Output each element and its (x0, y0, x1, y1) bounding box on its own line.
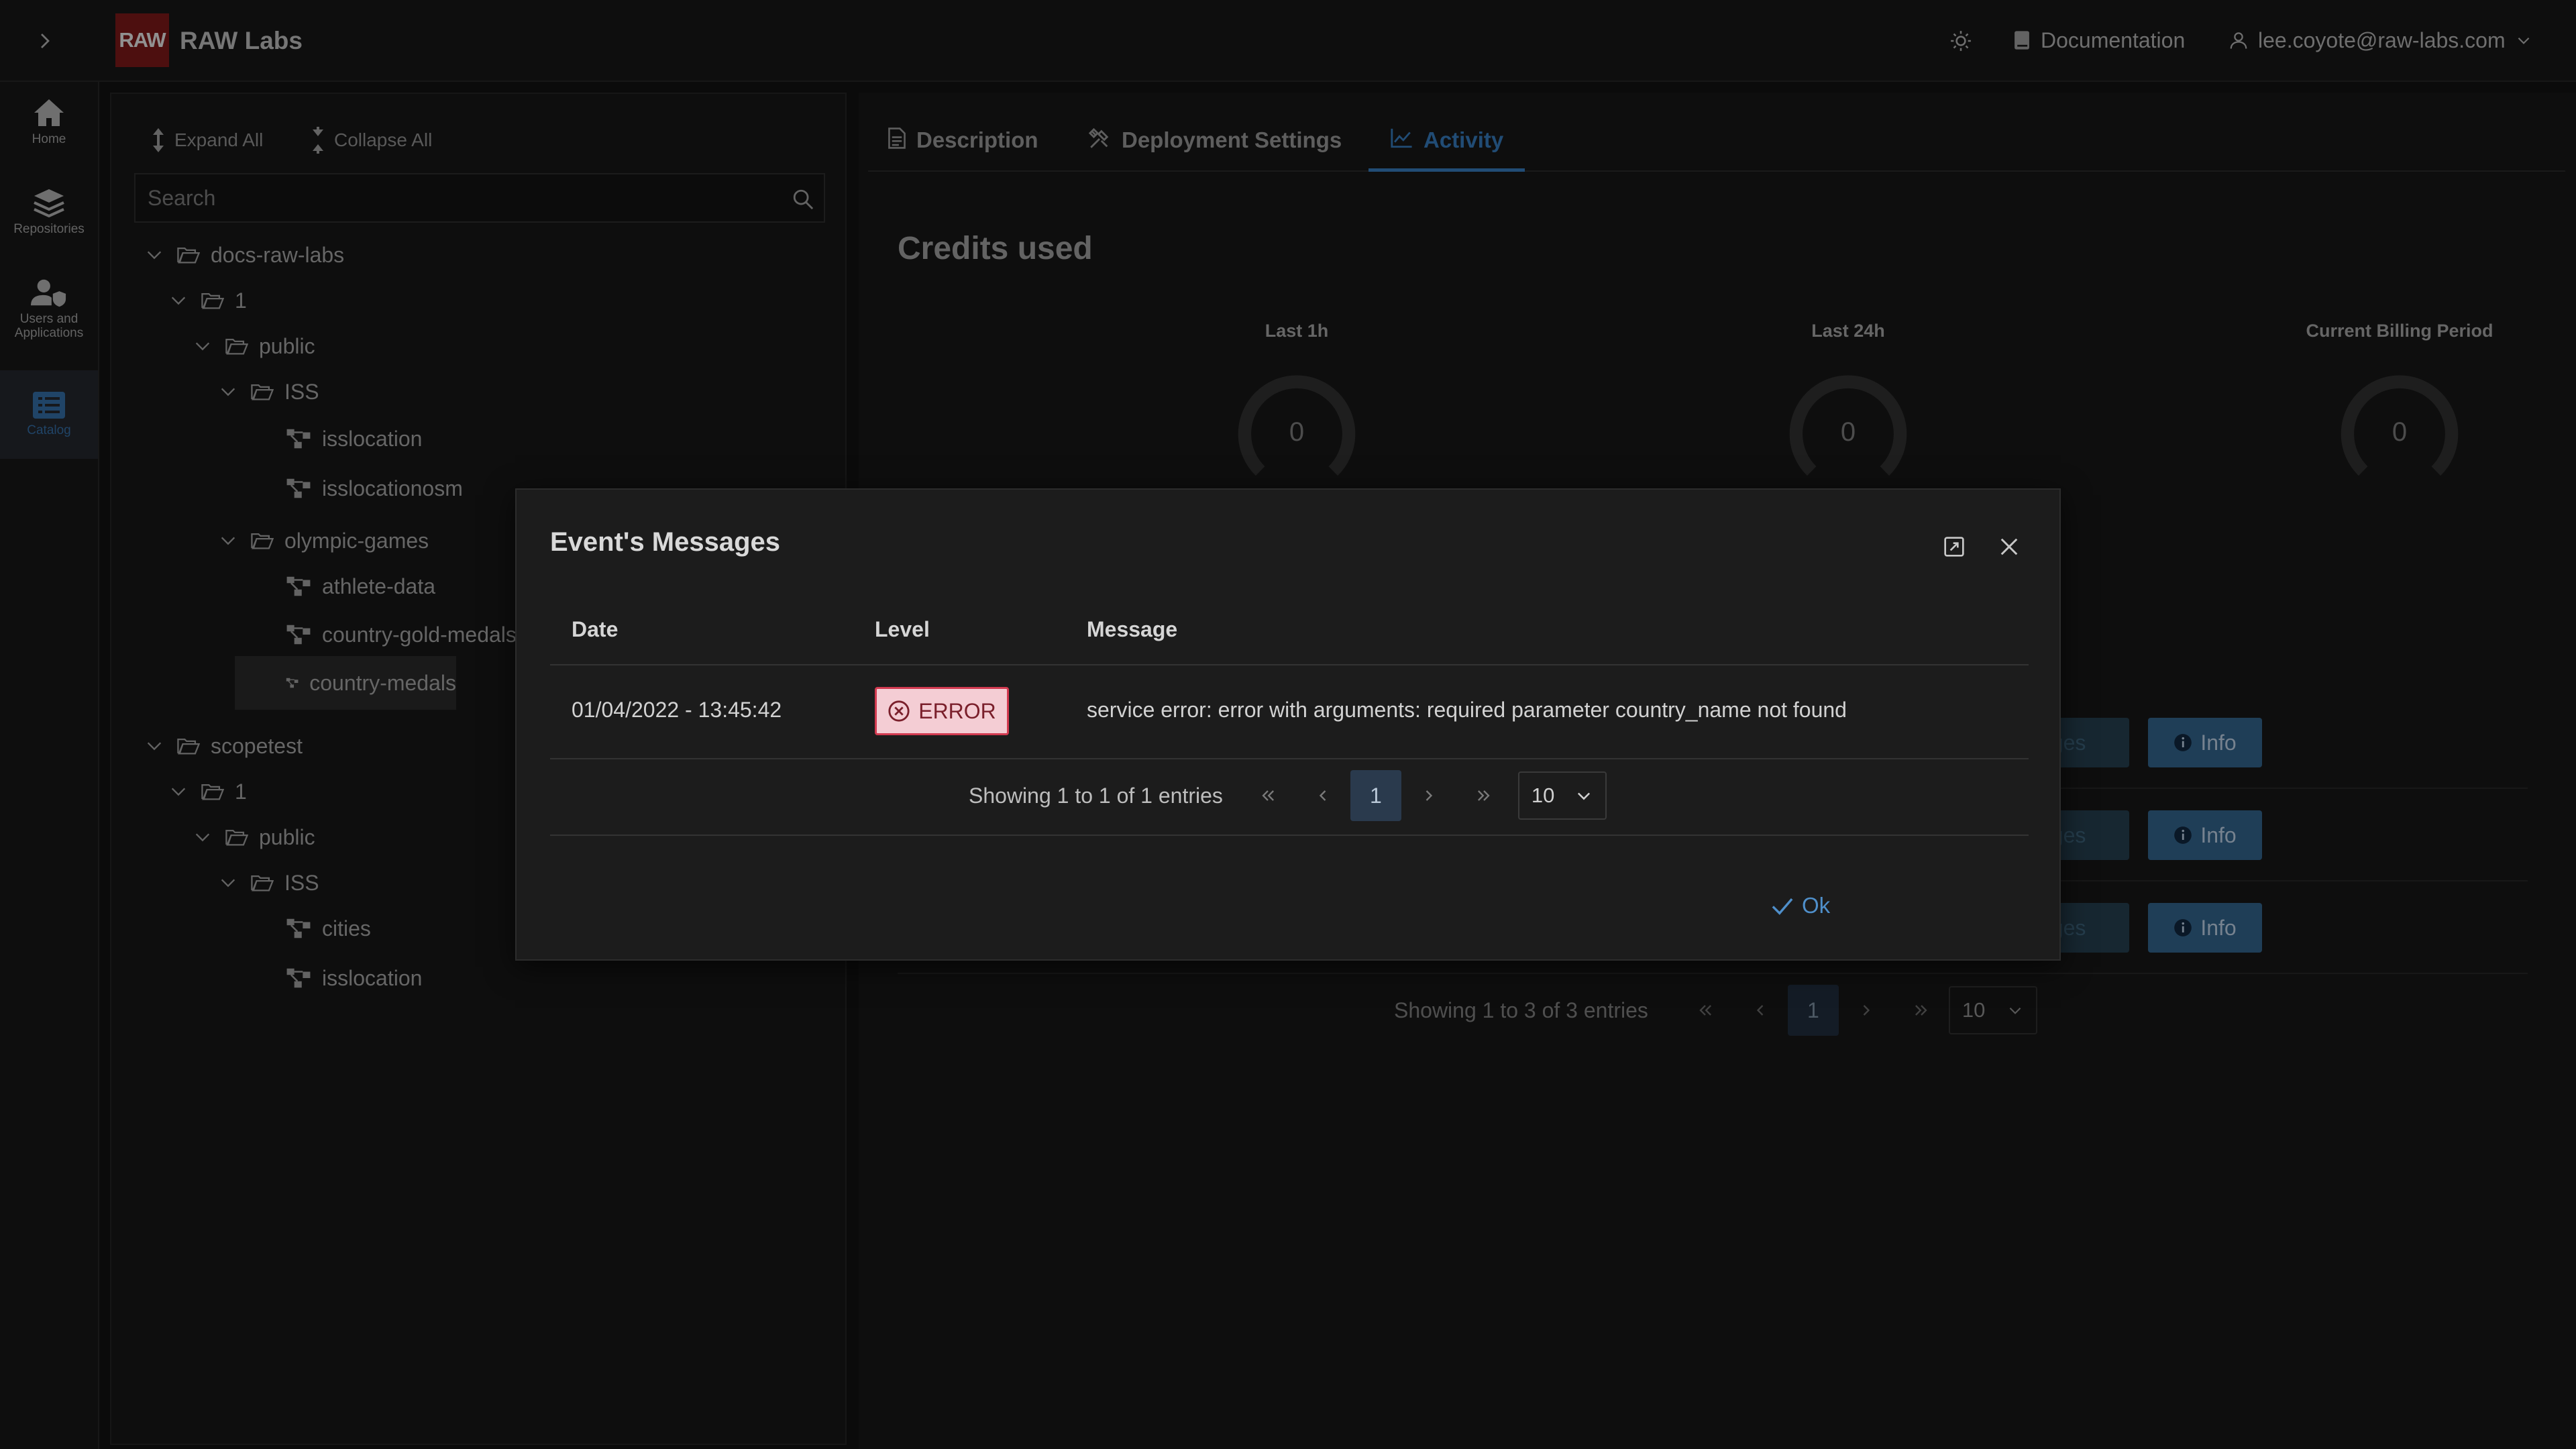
error-level-label: ERROR (918, 698, 996, 723)
chevron-down-icon (1577, 792, 1590, 800)
footer-divider (550, 835, 2029, 836)
events-messages-dialog: Event's Messages Date Level Message 01/0… (515, 488, 2061, 961)
prev-page-icon[interactable] (1295, 770, 1350, 821)
row-divider (550, 758, 2029, 759)
ok-label: Ok (1802, 893, 1831, 918)
error-circle-icon (888, 700, 910, 722)
dialog-pagination: Showing 1 to 1 of 1 entries 1 10 (969, 770, 1607, 821)
page-size-select[interactable]: 10 (1517, 771, 1607, 820)
last-page-icon[interactable] (1456, 770, 1511, 821)
header-divider (550, 664, 2029, 665)
maximize-button[interactable] (1937, 530, 1971, 564)
column-header-date[interactable]: Date (572, 617, 618, 642)
column-header-level[interactable]: Level (875, 617, 930, 642)
column-header-message[interactable]: Message (1087, 617, 1177, 642)
event-date: 01/04/2022 - 13:45:42 (572, 698, 782, 722)
dialog-title: Event's Messages (550, 527, 781, 557)
current-page[interactable]: 1 (1350, 770, 1401, 821)
pagination-summary: Showing 1 to 1 of 1 entries (969, 783, 1223, 808)
error-level-badge: ERROR (875, 687, 1009, 735)
check-icon (1772, 898, 1793, 915)
close-icon (2000, 538, 2018, 555)
first-page-icon[interactable] (1240, 770, 1295, 821)
page-size-value: 10 (1531, 784, 1555, 807)
maximize-icon (1944, 537, 1964, 557)
ok-button[interactable]: Ok (1771, 884, 1830, 927)
close-button[interactable] (1992, 530, 2026, 564)
event-message: service error: error with arguments: req… (1087, 698, 1847, 722)
next-page-icon[interactable] (1401, 770, 1456, 821)
